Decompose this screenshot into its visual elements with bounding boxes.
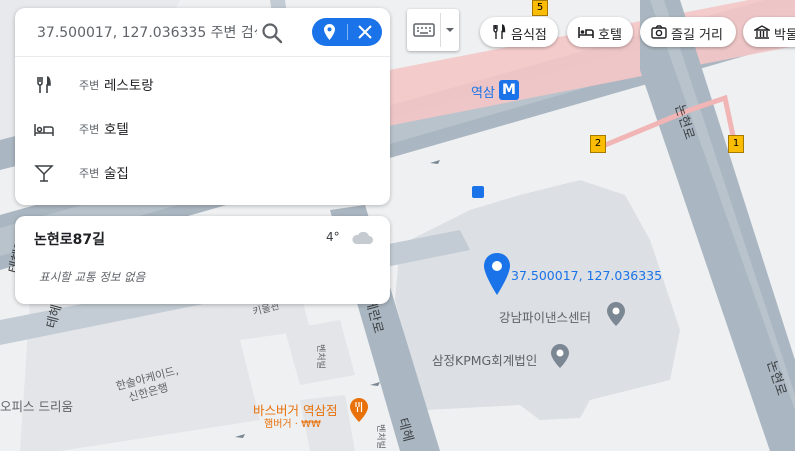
food-marker-icon[interactable] — [350, 398, 368, 422]
place-label-kpmg[interactable]: 삼정KPMG회계법인 — [432, 350, 537, 369]
place-label-bldg: 벤처빌 — [314, 344, 325, 369]
exit-5-badge: 5 — [532, 0, 548, 16]
chip-things-to-do[interactable]: 즐길 거리 — [640, 17, 736, 47]
suggestion-label: 술집 — [104, 166, 129, 182]
search-icon[interactable] — [259, 20, 285, 46]
suggestion-label: 호텔 — [104, 122, 129, 138]
cloud-icon — [352, 231, 373, 244]
place-label-bldg: 벤처빌 — [374, 424, 385, 449]
location-pin-icon[interactable] — [312, 18, 347, 46]
suggestion-label: 레스토랑 — [104, 78, 154, 94]
chip-hotels[interactable]: 호텔 — [567, 17, 633, 47]
camera-icon — [651, 25, 667, 39]
restaurant-icon — [37, 76, 51, 93]
exit-1-badge: 1 — [728, 135, 744, 153]
weather-panel: 논현로87길 4° 표시할 교통 정보 없음 — [15, 216, 390, 304]
place-marker-icon[interactable] — [551, 344, 569, 368]
location-title: 논현로87길 — [34, 232, 106, 248]
divider — [440, 13, 441, 47]
restaurant-icon — [493, 24, 506, 39]
exit-2-badge: 2 — [590, 135, 606, 153]
search-bar — [15, 8, 390, 57]
chip-museums[interactable]: 박물 — [743, 17, 795, 47]
location-controls — [312, 18, 382, 46]
place-label-office-dream[interactable]: 오피스 드리움 — [0, 396, 73, 415]
suggestion-prefix: 주변 — [79, 123, 100, 136]
hotel-icon — [34, 124, 54, 136]
museum-icon — [754, 25, 770, 39]
search-input[interactable] — [37, 21, 257, 43]
metro-icon[interactable]: M — [499, 80, 519, 100]
suggestion-hotel[interactable]: 주변 호텔 — [15, 107, 390, 151]
suggestion-prefix: 주변 — [79, 167, 100, 180]
place-label-finance-center[interactable]: 강남파이낸스센터 — [499, 307, 591, 326]
station-label[interactable]: 역삼 — [471, 82, 495, 101]
chevron-down-icon[interactable] — [445, 25, 455, 35]
close-icon[interactable] — [348, 18, 382, 46]
chip-label: 박물 — [774, 28, 795, 43]
bar-icon — [34, 165, 54, 182]
place-marker-icon[interactable] — [607, 302, 625, 326]
chip-label: 즐길 거리 — [671, 28, 723, 43]
traffic-status: 표시할 교통 정보 없음 — [39, 270, 146, 284]
search-panel: 주변 레스토랑 주변 호텔 주변 술집 — [15, 8, 390, 205]
input-tools-button[interactable] — [407, 9, 459, 51]
temperature: 4° — [326, 230, 340, 244]
keyboard-icon[interactable] — [413, 22, 435, 38]
hotel-icon — [578, 27, 594, 38]
pin-coordinates-label: 37.500017, 127.036335 — [511, 268, 663, 283]
chip-restaurants[interactable]: 음식점 — [480, 17, 558, 47]
chip-label: 호텔 — [598, 28, 622, 43]
bus-stop-icon[interactable] — [472, 186, 484, 198]
dropped-pin-icon[interactable] — [484, 253, 510, 295]
suggestion-prefix: 주변 — [79, 79, 100, 92]
chip-label: 음식점 — [511, 28, 547, 43]
suggestion-bar[interactable]: 주변 술집 — [15, 151, 390, 195]
suggestion-restaurant[interactable]: 주변 레스토랑 — [15, 63, 390, 107]
place-sub-burger: 햄버거 · ₩₩ — [264, 419, 321, 430]
